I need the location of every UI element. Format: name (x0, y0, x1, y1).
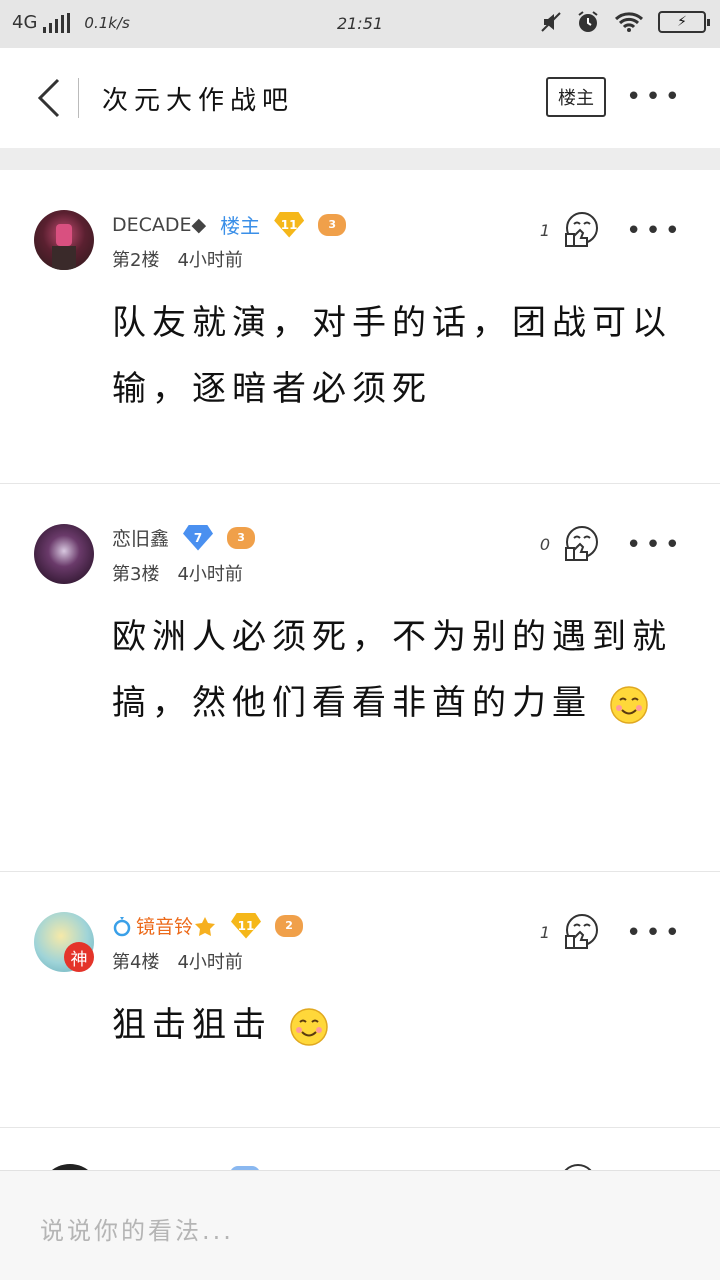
status-bar: 4G 0.1k/s 21:51 ⚡ (0, 0, 720, 48)
back-arrow-icon[interactable] (30, 76, 70, 120)
reply-item: DECADE◆ 楼主 11 3 第2楼 4小时前 1 ••• 队友就演，对手的话… (0, 170, 720, 484)
avatar[interactable] (34, 524, 94, 584)
username[interactable]: DECADE◆ (112, 214, 206, 236)
thumbs-up-face-icon (565, 914, 598, 949)
reply-item: 神 镜音铃 11 2 第4楼 4小时前 1 ••• 狙击狙击 (0, 872, 720, 1128)
wifi-icon (614, 12, 644, 32)
reply-more-button[interactable]: ••• (626, 218, 684, 244)
reply-more-button[interactable]: ••• (626, 920, 684, 946)
next-reply-peek (0, 1128, 720, 1170)
like-button[interactable]: 0 (540, 524, 600, 564)
page-title: 次元大作战吧 (102, 86, 295, 116)
avatar[interactable]: 神 (34, 912, 94, 972)
username[interactable]: 镜音铃 (136, 912, 193, 939)
level-badge: 11 (274, 211, 305, 238)
comment-input[interactable]: 说说你的看法... (40, 1211, 234, 1246)
reply-content: 欧洲人必须死，不为别的遇到就搞，然他们看看非酋的力量 (112, 617, 672, 723)
level-badge: 7 (183, 524, 214, 551)
reply-item: 恋旧鑫 7 3 第3楼 4小时前 0 ••• 欧洲人必须死，不为别的遇到就搞，然… (0, 484, 720, 872)
gamepad-badge-icon: 3 (318, 213, 347, 236)
avatar[interactable] (34, 210, 94, 270)
floor-number: 第3楼 (112, 564, 160, 585)
like-count: 1 (539, 220, 550, 240)
post-time: 4小时前 (177, 952, 243, 973)
ring-icon (113, 916, 131, 936)
smile-emoji-icon (290, 1007, 328, 1046)
section-gap (0, 148, 720, 170)
like-button[interactable]: 1 (540, 912, 600, 952)
reply-more-button[interactable]: ••• (626, 532, 684, 558)
like-button[interactable]: 1 (540, 210, 600, 250)
reply-content: 狙击狙击 (112, 1005, 272, 1045)
smile-emoji-icon (610, 685, 648, 724)
god-badge: 神 (64, 942, 94, 972)
username[interactable]: 恋旧鑫 (112, 524, 169, 551)
alarm-icon (578, 11, 598, 32)
thumbs-up-face-icon (565, 212, 598, 247)
level-badge: 11 (231, 912, 262, 939)
divider (78, 78, 79, 118)
thumbs-up-face-icon (565, 526, 598, 561)
owner-tag: 楼主 (220, 214, 261, 238)
top-bar: 次元大作战吧 楼主 ••• (0, 48, 720, 148)
reply-content: 队友就演，对手的话，团战可以输，逐暗者必须死 (112, 303, 672, 409)
star-icon (195, 916, 216, 936)
mute-icon (541, 12, 561, 32)
battery-icon: ⚡ (658, 11, 710, 33)
post-time: 4小时前 (177, 564, 243, 585)
gamepad-badge-icon: 3 (227, 526, 256, 549)
more-options-button[interactable]: ••• (626, 84, 684, 110)
only-owner-button[interactable]: 楼主 (546, 77, 606, 117)
post-time: 4小时前 (177, 250, 243, 271)
like-count: 0 (539, 534, 550, 554)
gamepad-badge-icon: 2 (275, 914, 304, 937)
floor-number: 第4楼 (112, 952, 160, 973)
comment-bar: 说说你的看法... (0, 1170, 720, 1280)
like-count: 1 (539, 922, 550, 942)
floor-number: 第2楼 (112, 250, 160, 271)
